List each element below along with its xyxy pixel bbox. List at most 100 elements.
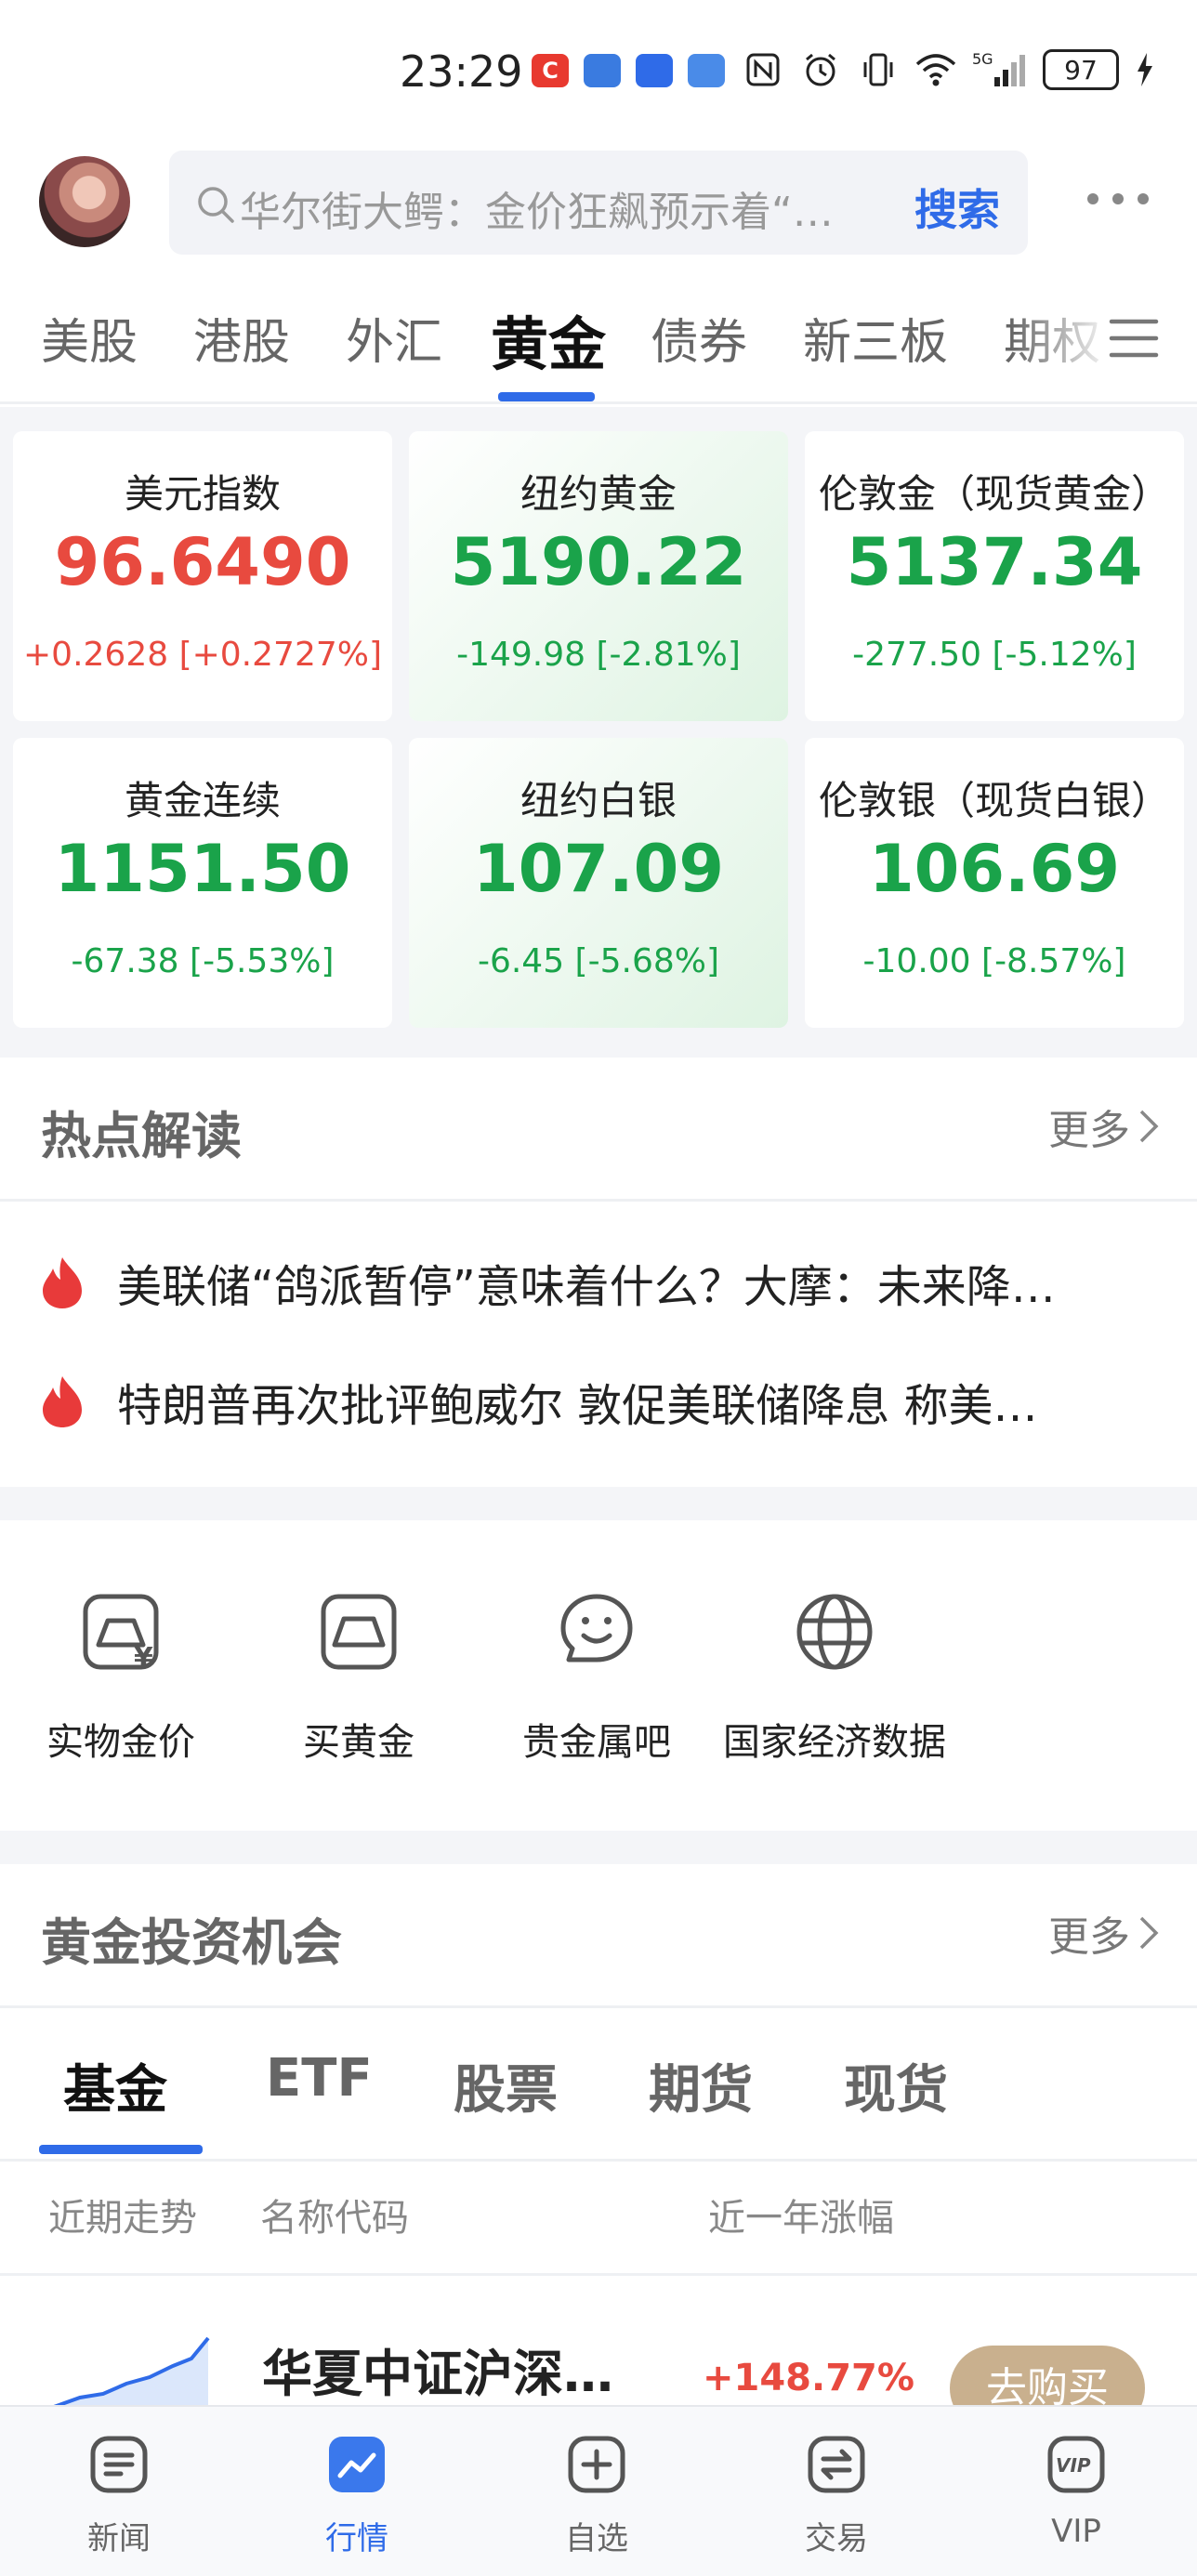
search-input[interactable]: 华尔街大鳄：金价狂飙预示着“…: [240, 178, 853, 238]
quote-card-london-gold[interactable]: 伦敦金（现货黄金） 5137.34 -277.50 [-5.12%]: [805, 431, 1184, 721]
chevron-right-icon: [1139, 1916, 1159, 1950]
tab-hk-stocks[interactable]: 港股: [193, 303, 290, 373]
quote-card-comex-silver[interactable]: 纽约白银 107.09 -6.45 [-5.68%]: [409, 738, 788, 1028]
cellular-signal-icon: 5G: [972, 48, 1028, 91]
hot-more-link[interactable]: 更多: [1048, 1097, 1160, 1156]
subtab-stocks[interactable]: 股票: [454, 2048, 558, 2123]
nav-label: VIP: [1051, 2513, 1101, 2550]
subtab-spot[interactable]: 现货: [844, 2048, 948, 2123]
quote-change: -6.45 [-5.68%]: [477, 942, 720, 980]
quote-grid: 美元指数 96.6490 +0.2628 [+0.2727%] 纽约黄金 519…: [0, 407, 1197, 1058]
app-header: 华尔街大鳄：金价狂飙预示着“… 搜索: [0, 139, 1197, 269]
fund-one-year-change: +148.77%: [703, 2357, 914, 2399]
shortcut-label: 实物金价: [46, 1721, 195, 1764]
status-app-icons: C: [532, 54, 725, 87]
quote-value: 106.69: [868, 831, 1121, 907]
shortcut-grid: ¥ 实物金价 买黄金 贵金属吧 国家经济数据: [0, 1520, 1197, 1832]
shortcut-precious-metals-forum[interactable]: 贵金属吧: [476, 1587, 717, 1766]
news-headline: 美联储“鸽派暂停”意味着什么？大摩：未来降…: [117, 1261, 1056, 1313]
app-notification-map-icon: [584, 54, 621, 87]
tab-forex[interactable]: 外汇: [346, 303, 442, 373]
quote-value: 96.6490: [54, 524, 351, 600]
invest-more-link[interactable]: 更多: [1048, 1903, 1160, 1963]
more-label: 更多: [1048, 1107, 1130, 1154]
status-bar: 23:29 C 5G 97: [0, 0, 1197, 139]
quote-change: -149.98 [-2.81%]: [456, 636, 741, 674]
buy-gold-icon: [321, 1594, 397, 1670]
quote-change: -10.00 [-8.57%]: [862, 942, 1126, 980]
forum-chat-icon: [560, 1594, 633, 1663]
tab-bonds[interactable]: 债券: [651, 303, 747, 373]
quote-card-gold-continuous[interactable]: 黄金连续 1151.50 -67.38 [-5.53%]: [13, 738, 392, 1028]
svg-text:VIP: VIP: [1056, 2454, 1091, 2477]
fund-row[interactable]: 华夏中证沪深… +148.77% 去购买: [0, 2277, 1197, 2435]
subtab-futures[interactable]: 期货: [649, 2048, 753, 2123]
quote-card-usd-index[interactable]: 美元指数 96.6490 +0.2628 [+0.2727%]: [13, 431, 392, 721]
svg-text:¥: ¥: [134, 1642, 153, 1675]
user-avatar[interactable]: [39, 156, 130, 247]
wifi-icon: [914, 48, 957, 91]
nav-label: 自选: [565, 2520, 628, 2557]
battery-indicator: 97: [1043, 49, 1119, 90]
shortcut-label: 买黄金: [303, 1721, 414, 1764]
tab-gold[interactable]: 黄金: [491, 297, 606, 381]
quote-value: 5137.34: [846, 524, 1143, 600]
hot-news-item[interactable]: 美联储“鸽派暂停”意味着什么？大摩：未来降…: [41, 1245, 1165, 1320]
subtab-etf[interactable]: ETF: [266, 2048, 373, 2109]
search-bar[interactable]: 华尔街大鳄：金价狂飙预示着“… 搜索: [169, 151, 1028, 255]
shortcut-physical-gold-price[interactable]: ¥ 实物金价: [0, 1587, 242, 1766]
investment-type-tabs: 基金 ETF 股票 期货 现货: [0, 2005, 1197, 2162]
nav-trade[interactable]: 交易: [743, 2433, 929, 2558]
tab-us-stocks[interactable]: 美股: [41, 303, 138, 373]
quote-change: +0.2628 [+0.2727%]: [23, 636, 382, 674]
quote-card-comex-gold[interactable]: 纽约黄金 5190.22 -149.98 [-2.81%]: [409, 431, 788, 721]
column-header-name: 名称代码: [260, 2197, 409, 2240]
quote-name: 美元指数: [124, 471, 281, 517]
quote-value: 1151.50: [54, 831, 351, 907]
app-notification-download-icon: [636, 54, 673, 87]
column-header-change: 近一年涨幅: [708, 2197, 894, 2240]
fire-icon: [43, 1257, 82, 1308]
tabs-fade-overlay: [1011, 269, 1197, 400]
subtab-funds[interactable]: 基金: [63, 2048, 167, 2123]
vip-icon: VIP: [1047, 2436, 1105, 2493]
nav-label: 新闻: [87, 2520, 151, 2557]
app-notification-map2-icon: [688, 54, 725, 87]
bottom-navigation: 新闻 行情 自选 交易 VIP VIP: [0, 2405, 1197, 2576]
shortcut-national-economic-data[interactable]: 国家经济数据: [714, 1587, 955, 1766]
tab-menu-icon[interactable]: [1108, 316, 1160, 361]
tab-neeq[interactable]: 新三板: [803, 303, 948, 373]
shortcut-label: 贵金属吧: [522, 1721, 671, 1764]
status-time: 23:29: [400, 46, 523, 97]
chevron-right-icon: [1139, 1110, 1159, 1143]
status-indicators: 5G 97: [742, 48, 1156, 91]
quote-value: 5190.22: [450, 524, 747, 600]
vibrate-icon: [857, 48, 900, 91]
nav-market[interactable]: 行情: [264, 2433, 450, 2558]
quote-change: -67.38 [-5.53%]: [71, 942, 335, 980]
quote-name: 伦敦银（现货白银）: [818, 778, 1170, 823]
shortcut-buy-gold[interactable]: 买黄金: [238, 1587, 480, 1766]
section-gap: [0, 1487, 1197, 1520]
physical-gold-price-icon: ¥: [83, 1594, 159, 1675]
svg-text:5G: 5G: [972, 50, 993, 68]
quote-value: 107.09: [472, 831, 725, 907]
divider: [0, 1199, 1197, 1202]
search-button[interactable]: 搜索: [914, 177, 1000, 238]
nav-vip[interactable]: VIP VIP: [983, 2433, 1169, 2550]
more-options-icon[interactable]: [1087, 188, 1149, 210]
quote-card-london-silver[interactable]: 伦敦银（现货白银） 106.69 -10.00 [-8.57%]: [805, 738, 1184, 1028]
hot-topics-section: 热点解读 更多 美联储“鸽派暂停”意味着什么？大摩：未来降… 特朗普再次批评鲍威…: [0, 1058, 1197, 1487]
shortcut-label: 国家经济数据: [723, 1721, 946, 1764]
app-notification-c-icon: C: [532, 54, 569, 87]
hot-news-item[interactable]: 特朗普再次批评鲍威尔 敦促美联储降息 称美…: [41, 1364, 1165, 1439]
nav-watchlist[interactable]: 自选: [504, 2433, 690, 2558]
watchlist-add-icon: [568, 2436, 625, 2493]
globe-icon: [796, 1594, 873, 1670]
news-headline: 特朗普再次批评鲍威尔 敦促美联储降息 称美…: [117, 1380, 1038, 1432]
quote-name: 黄金连续: [124, 778, 281, 823]
nav-label: 行情: [325, 2520, 388, 2557]
market-tabs: 美股 港股 外汇 黄金 债券 新三板 期权: [0, 269, 1197, 404]
news-icon: [90, 2436, 148, 2493]
nav-news[interactable]: 新闻: [26, 2433, 212, 2558]
